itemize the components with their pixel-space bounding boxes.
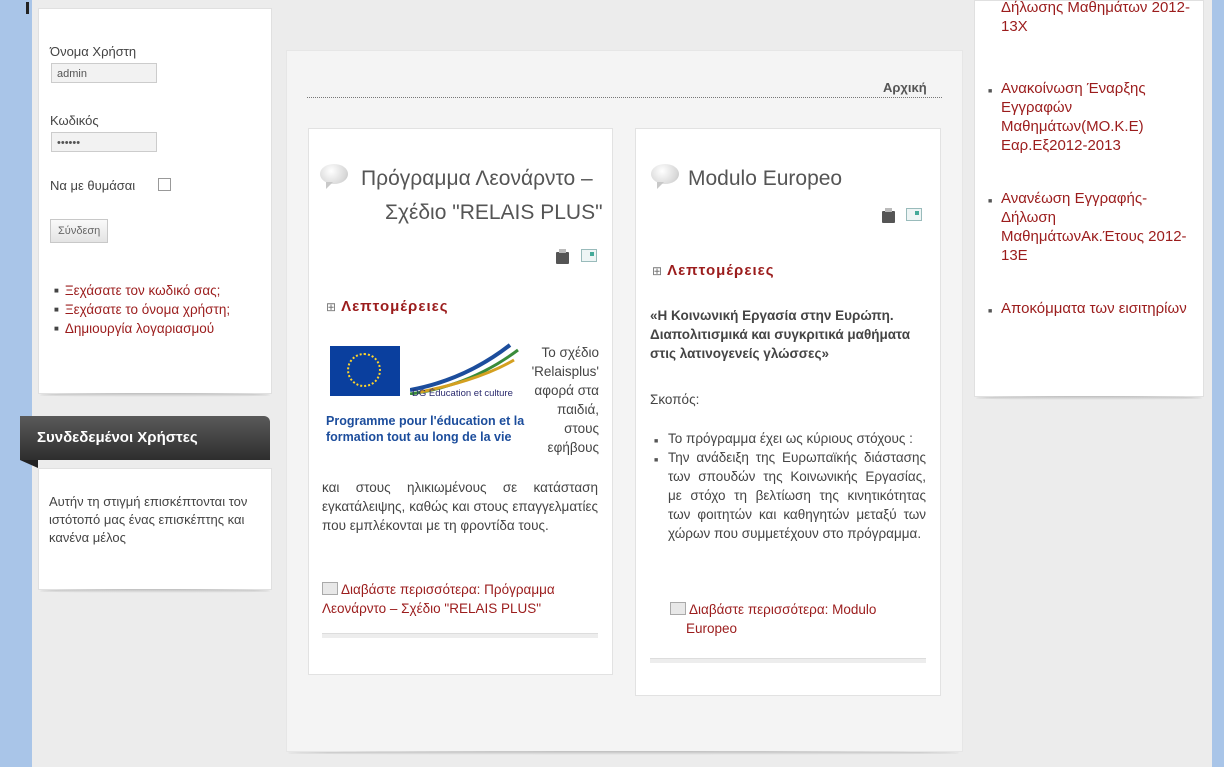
create-account-link[interactable]: Δημιουργία λογαριασμού <box>54 320 230 339</box>
read-more-link[interactable]: Διαβάστε περισσότερα: Πρόγραμμα Λεονάρντ… <box>322 580 572 618</box>
announcement-link[interactable]: Δήλωσης Μαθημάτων 2012-13Χ <box>988 0 1198 36</box>
article-body: και στους ηλικιωμένους σε κατάσταση εγκα… <box>322 480 598 533</box>
dg-education-logo <box>410 343 519 395</box>
article-title-line1[interactable]: Πρόγραμμα Λεονάρντο – <box>361 162 593 195</box>
email-icon[interactable] <box>581 249 597 262</box>
breadcrumb-home[interactable]: Αρχική <box>883 80 927 95</box>
article-separator <box>322 633 598 638</box>
password-label: Κωδικός <box>50 113 99 128</box>
breadcrumb-divider <box>307 97 942 98</box>
users-shadow <box>40 589 270 593</box>
email-icon[interactable] <box>906 208 922 221</box>
band-fold <box>20 460 38 468</box>
forgot-password-link[interactable]: Ξεχάσατε τον κωδικό σας; <box>54 282 230 301</box>
corner-mark <box>26 2 29 14</box>
login-links: Ξεχάσατε τον κωδικό σας; Ξεχάσατε το όνο… <box>54 282 230 339</box>
aim-label: Σκοπός: <box>650 392 700 407</box>
online-users-text: Αυτήν τη στιγμή επισκέπτονται τον ιστότο… <box>49 494 248 545</box>
page-background-left <box>0 0 32 767</box>
details-label: Λεπτομέρειες <box>326 298 449 315</box>
remember-label: Να με θυμάσαι <box>50 178 136 193</box>
announcement-link[interactable]: Αποκόμματα των εισιτηρίων <box>988 299 1198 321</box>
username-label: Όνομα Χρήστη <box>50 44 137 59</box>
remember-checkbox[interactable] <box>158 178 171 191</box>
username-field[interactable]: admin <box>51 63 157 83</box>
document-icon <box>322 582 338 595</box>
programme-text: Programme pour l'éducation et la formati… <box>326 414 525 444</box>
password-field[interactable]: •••••• <box>51 132 157 152</box>
main-shadow <box>288 751 959 755</box>
article-side-text: Το σχέδιο 'Relaisplus' αφορά στα παιδιά,… <box>531 345 599 455</box>
announcement-link[interactable]: Ανανέωση Εγγραφής-Δήλωση ΜαθημάτωνΑκ.Έτο… <box>988 189 1198 265</box>
aim-list: Το πρόγραμμα έχει ως κύριους στόχους : Τ… <box>654 429 926 543</box>
announcement-link[interactable]: Ανακοίνωση Έναρξης Εγγραφών Μαθημάτων(ΜΟ… <box>988 79 1198 155</box>
online-users-title: Συνδεδεμένοι Χρήστες <box>20 416 270 460</box>
speech-bubble-icon <box>320 164 348 189</box>
article-subtitle: «Η Κοινωνική Εργασία στην Ευρώπη. Διαπολ… <box>650 308 910 361</box>
login-button[interactable]: Σύνδεση <box>50 219 109 243</box>
print-icon[interactable] <box>556 249 569 264</box>
article-title-line2[interactable]: Σχέδιο "RELAIS PLUS" <box>385 196 603 229</box>
announcements-list: Δήλωσης Μαθημάτων 2012-13Χ Ανακοίνωση Έν… <box>988 0 1198 321</box>
aim-item: Το πρόγραμμα έχει ως κύριους στόχους : <box>654 429 926 451</box>
document-icon <box>670 602 686 615</box>
right-shadow <box>976 396 1202 400</box>
forgot-username-link[interactable]: Ξεχάσατε το όνομα χρήστη; <box>54 301 230 320</box>
aim-item: Την ανάδειξη της Ευρωπαϊκής διάστασης τω… <box>654 448 926 543</box>
print-icon[interactable] <box>882 208 895 223</box>
read-more-link[interactable]: Διαβάστε περισσότερα: Modulo Europeo <box>670 600 926 638</box>
details-label: Λεπτομέρειες <box>652 262 775 279</box>
eu-flag-logo <box>330 346 400 396</box>
online-users-module: Αυτήν τη στιγμή επισκέπτονται τον ιστότο… <box>38 468 272 590</box>
dg-education-text: DG Éducation et culture <box>412 388 513 399</box>
article-separator <box>650 658 926 663</box>
login-shadow <box>40 393 270 397</box>
page-background-right <box>1212 0 1224 767</box>
speech-bubble-icon <box>651 164 679 189</box>
article-title[interactable]: Modulo Europeo <box>688 162 842 195</box>
